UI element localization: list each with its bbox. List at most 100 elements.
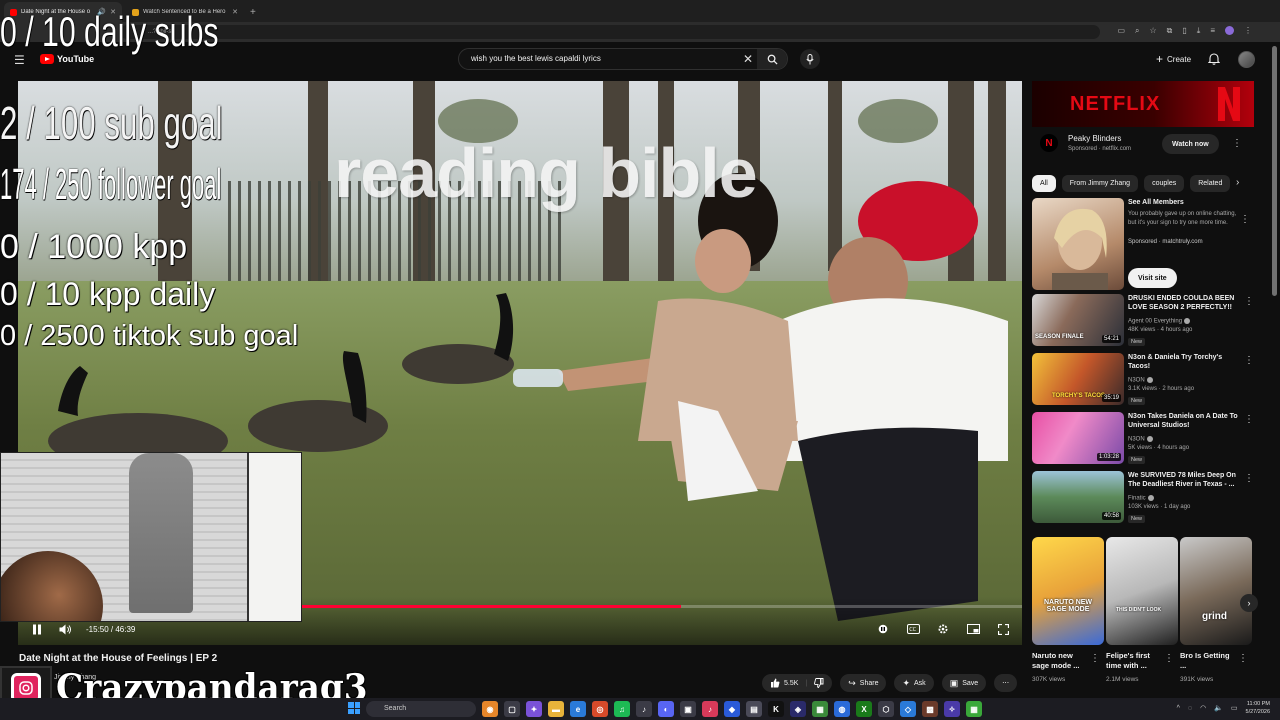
miniplayer-icon[interactable] <box>966 623 980 635</box>
wifi-icon[interactable]: ◠ <box>1200 704 1206 712</box>
recommendation-meta: 103K views · 1 day ago <box>1128 504 1191 510</box>
chips-next-icon[interactable]: › <box>1236 177 1239 188</box>
chrome-icon[interactable]: ◎ <box>592 701 608 717</box>
ad-title[interactable]: Peaky Blinders <box>1068 134 1121 143</box>
more-icon[interactable]: ⋮ <box>1244 26 1252 36</box>
edge-icon[interactable]: e <box>570 701 586 717</box>
new-tab-icon[interactable]: + <box>250 7 256 22</box>
app-icon[interactable]: ▤ <box>746 701 762 717</box>
extensions-icon[interactable]: ⧉ <box>1167 26 1173 36</box>
ask-button[interactable]: ✦ Ask <box>894 674 934 692</box>
speaker-icon[interactable]: 🔈 <box>1214 704 1223 712</box>
cast-icon[interactable]: ▭ <box>1117 26 1125 36</box>
search-button[interactable] <box>757 49 787 69</box>
player-right-controls: CC <box>876 623 1010 635</box>
chip-couples[interactable]: couples <box>1144 174 1185 192</box>
clear-search-icon[interactable]: ✕ <box>743 52 753 66</box>
sponsored-card[interactable]: See All Members You probably gave up on … <box>1032 198 1254 294</box>
app-icon[interactable]: ▣ <box>680 701 696 717</box>
bookmark-star-icon[interactable]: ☆ <box>1149 26 1156 36</box>
download-icon[interactable]: ⤓ <box>1197 26 1201 36</box>
short-thumbnail[interactable]: grind <box>1180 537 1252 645</box>
menu-icon[interactable]: ≡ <box>1210 26 1215 36</box>
short-title[interactable]: Felipe's first time with ... <box>1106 651 1162 671</box>
chip-all[interactable]: All <box>1032 174 1056 192</box>
recommendation-item[interactable]: TORCHY'S TACOS 35:19 N3on & Daniela Try … <box>1032 353 1254 409</box>
recommendation-more-icon[interactable]: ⋮ <box>1244 414 1254 425</box>
recommendation-item[interactable]: SEASON FINALE 54:21 DRUSKI ENDED COULDA … <box>1032 294 1254 350</box>
account-avatar[interactable] <box>1238 51 1255 68</box>
search-input[interactable]: wish you the best lewis capaldi lyrics <box>471 54 601 63</box>
sponsored-more-icon[interactable]: ⋮ <box>1240 214 1250 225</box>
short-title[interactable]: Naruto new sage mode ... <box>1032 651 1088 671</box>
more-actions-button[interactable]: ⋯ <box>994 674 1018 692</box>
app-icon[interactable]: ✧ <box>944 701 960 717</box>
file-explorer-icon[interactable]: ▬ <box>548 701 564 717</box>
share-button[interactable]: ↪ Share <box>840 674 887 692</box>
ad-banner[interactable]: NETFLIX <box>1032 81 1254 127</box>
short-title[interactable]: Bro Is Getting ... <box>1180 651 1236 671</box>
autoplay-toggle-icon[interactable] <box>876 623 890 635</box>
short-more-icon[interactable]: ⋮ <box>1090 653 1100 664</box>
zoom-icon[interactable]: ⌕ <box>1135 26 1139 36</box>
address-bar[interactable]: ...?Pbil-sl <box>120 25 1100 39</box>
app-icon[interactable]: ◍ <box>834 701 850 717</box>
pause-button[interactable] <box>30 623 44 635</box>
app-icon[interactable]: ▩ <box>922 701 938 717</box>
windows-start-icon[interactable] <box>348 702 360 714</box>
save-button[interactable]: ▣ Save <box>941 674 987 692</box>
volume-button[interactable] <box>58 623 72 635</box>
chip-related[interactable]: Related <box>1190 174 1231 192</box>
tray-chevron-icon[interactable]: ^ <box>1177 705 1180 712</box>
video-thumbnail: SEASON FINALE 54:21 <box>1032 294 1124 346</box>
task-view-icon[interactable]: ▢ <box>504 701 520 717</box>
short-thumbnail[interactable]: NARUTO NEW SAGE MODE <box>1032 537 1104 645</box>
spotify-icon[interactable]: ♫ <box>614 701 630 717</box>
app-icon[interactable]: ⬡ <box>878 701 894 717</box>
clock-time: 11:00 PM <box>1246 701 1270 707</box>
notifications-button[interactable] <box>1207 52 1221 70</box>
taskbar-search[interactable]: Search <box>366 701 476 717</box>
kick-icon[interactable]: K <box>768 701 784 717</box>
tray-app-icon[interactable]: ◌ <box>1188 705 1192 712</box>
short-more-icon[interactable]: ⋮ <box>1164 653 1174 664</box>
bell-icon <box>1207 53 1221 65</box>
profile-icon[interactable] <box>1225 26 1234 35</box>
fullscreen-icon[interactable] <box>996 623 1010 635</box>
copilot-icon[interactable]: ✦ <box>526 701 542 717</box>
close-tab-icon[interactable]: ✕ <box>232 8 238 16</box>
visit-site-button[interactable]: Visit site <box>1128 268 1177 288</box>
create-button[interactable]: + Create <box>1148 50 1199 68</box>
short-more-icon[interactable]: ⋮ <box>1238 653 1248 664</box>
app-icon[interactable]: ◆ <box>724 701 740 717</box>
widgets-icon[interactable]: ◉ <box>482 701 498 717</box>
recommendation-more-icon[interactable]: ⋮ <box>1244 296 1254 307</box>
app-icon[interactable]: ▦ <box>812 701 828 717</box>
like-button[interactable]: 5.5K | <box>762 674 833 692</box>
app-icon[interactable]: ◈ <box>790 701 806 717</box>
recommendation-item[interactable]: 40:58 We SURVIVED 78 Miles Deep On The D… <box>1032 471 1254 527</box>
app-icon[interactable]: ◇ <box>900 701 916 717</box>
shorts-next-button[interactable]: › <box>1240 594 1258 612</box>
sidebar-icon[interactable]: ▯ <box>1182 26 1186 36</box>
xbox-icon[interactable]: X <box>856 701 872 717</box>
minecraft-icon[interactable]: ▦ <box>966 701 982 717</box>
page-scrollbar[interactable] <box>1272 46 1277 296</box>
settings-gear-icon[interactable] <box>936 623 950 635</box>
discord-icon[interactable]: ◐ <box>658 701 674 717</box>
tiktok-icon[interactable]: ♪ <box>702 701 718 717</box>
thumbs-down-icon[interactable] <box>814 678 824 688</box>
battery-icon[interactable]: ▭ <box>1231 704 1238 712</box>
ad-more-icon[interactable]: ⋮ <box>1232 138 1242 149</box>
subtitles-icon[interactable]: CC <box>906 623 920 635</box>
video-thumbnail: 1:03:28 <box>1032 412 1124 464</box>
recommendation-more-icon[interactable]: ⋮ <box>1244 473 1254 484</box>
recommendation-item[interactable]: 1:03:28 N3on Takes Daniela on A Date To … <box>1032 412 1254 468</box>
taskbar-clock[interactable]: 11:00 PM 5/27/2026 <box>1246 700 1270 716</box>
chip-from-channel[interactable]: From Jimmy Zhang <box>1061 174 1139 192</box>
music-icon[interactable]: ♪ <box>636 701 652 717</box>
short-thumbnail[interactable]: THIS DIDN'T LOOK <box>1106 537 1178 645</box>
watch-now-button[interactable]: Watch now <box>1162 134 1219 154</box>
recommendation-more-icon[interactable]: ⋮ <box>1244 355 1254 366</box>
voice-search-button[interactable] <box>800 49 820 69</box>
